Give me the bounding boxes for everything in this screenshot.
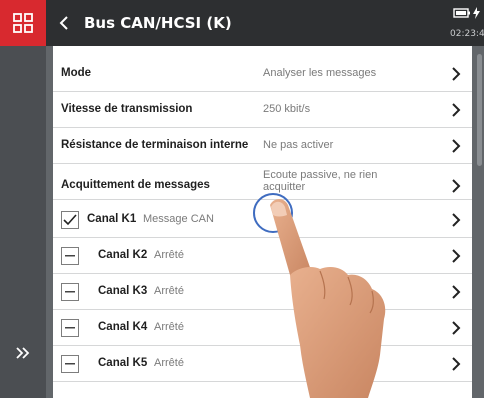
expand-sidebar-button[interactable] [10, 342, 36, 364]
channel-value: Arrêté [154, 249, 184, 261]
chevron-right-icon [452, 67, 461, 81]
setting-row-mode[interactable]: Mode Analyser les messages [53, 56, 472, 92]
double-chevron-right-icon [16, 347, 30, 359]
chevron-right-icon [452, 285, 461, 299]
setting-value: Ne pas activer [263, 139, 334, 151]
channel-label: Canal K5 [98, 357, 148, 369]
setting-label: Résistance de terminaison interne [61, 139, 249, 151]
dash-icon [65, 363, 75, 365]
channel-value: Arrêté [154, 321, 184, 333]
setting-row-transmission-speed[interactable]: Vitesse de transmission 250 kbit/s [53, 92, 472, 128]
checkmark-icon [63, 214, 77, 226]
chevron-right-icon [452, 179, 461, 193]
dash-icon [65, 327, 75, 329]
dash-icon [65, 255, 75, 257]
channel-checkbox[interactable] [61, 283, 79, 301]
channel-label: Canal K1 [87, 213, 137, 225]
setting-label: Vitesse de transmission [61, 103, 193, 115]
chevron-left-icon [59, 16, 68, 30]
page-title: Bus CAN/HCSI (K) [84, 14, 232, 32]
chevron-right-icon [452, 213, 461, 227]
setting-row-termination-resistance[interactable]: Résistance de terminaison interne Ne pas… [53, 128, 472, 164]
dash-icon [65, 291, 75, 293]
setting-label: Mode [61, 67, 92, 79]
channel-value: Arrêté [154, 285, 184, 297]
chevron-right-icon [452, 139, 461, 153]
setting-value: Ecoute passive, ne rien acquitter [263, 169, 378, 193]
setting-value: 250 kbit/s [263, 103, 311, 115]
title-bar: Bus CAN/HCSI (K) 02:23:47 [0, 0, 484, 46]
battery-charging-icon [453, 7, 480, 19]
channel-value: Message CAN [143, 213, 214, 225]
setting-label: Acquittement de messages [61, 179, 210, 191]
chevron-right-icon [452, 249, 461, 263]
channel-label: Canal K3 [98, 285, 148, 297]
scrollbar[interactable] [477, 54, 482, 166]
channel-checkbox[interactable] [61, 319, 79, 337]
chevron-right-icon [452, 357, 461, 371]
channel-label: Canal K4 [98, 321, 148, 333]
grid-icon [13, 13, 33, 33]
channel-label: Canal K2 [98, 249, 148, 261]
setting-value: Analyser les messages [263, 67, 377, 79]
sidebar [0, 46, 46, 398]
apps-button[interactable] [0, 0, 46, 46]
chevron-right-icon [452, 103, 461, 117]
channel-checkbox[interactable] [61, 211, 79, 229]
channel-checkbox[interactable] [61, 355, 79, 373]
channel-checkbox[interactable] [61, 247, 79, 265]
chevron-right-icon [452, 321, 461, 335]
pointing-hand-icon [270, 199, 386, 398]
channel-value: Arrêté [154, 357, 184, 369]
back-button[interactable] [53, 10, 75, 36]
clock: 02:23:47 [450, 29, 484, 39]
